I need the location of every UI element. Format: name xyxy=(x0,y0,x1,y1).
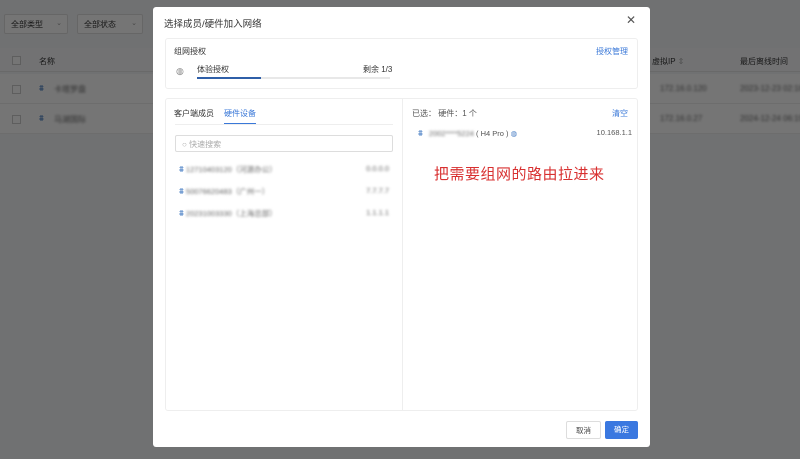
selected-device[interactable]: ⩩ 2002****5224 ( H4 Pro ) ◍ 10.168.1.1 xyxy=(418,128,632,142)
device-item[interactable]: ⩩ 50076620483（广州一） 7.7.7.7 xyxy=(179,186,391,200)
auth-section-title: 组网授权 xyxy=(174,47,206,56)
device-ip: 0.0.0.0 xyxy=(366,164,389,173)
chevron-down-icon: ⌄ xyxy=(56,20,62,27)
router-icon: ⩩ xyxy=(418,128,423,138)
tab-hardware-devices[interactable]: 硬件设备 xyxy=(224,108,256,119)
auth-progress-bar xyxy=(197,77,390,79)
search-input[interactable]: ○ 快速搜索 xyxy=(175,135,393,152)
row-checkbox[interactable] xyxy=(12,85,21,94)
router-icon: ⩩ xyxy=(39,83,44,93)
auth-remaining: 剩余 1/3 xyxy=(363,65,393,74)
select-all-checkbox[interactable] xyxy=(12,56,21,65)
col-name: 名称 xyxy=(39,57,55,66)
tab-divider xyxy=(175,124,393,125)
col-last-offline: 最后离线时间 xyxy=(740,57,788,66)
row-time: 2023-12-23 02:18 xyxy=(740,84,800,93)
device-name: 50076620483（广州一） xyxy=(185,187,270,196)
auth-progress-fill xyxy=(197,77,261,79)
auth-plan-name: 体验授权 xyxy=(197,65,229,74)
type-filter-label: 全部类型 xyxy=(11,20,43,29)
status-filter[interactable]: 全部状态 ⌄ xyxy=(77,14,143,34)
confirm-button[interactable]: 确定 xyxy=(605,421,638,439)
license-icon: ◍ xyxy=(510,129,518,138)
dialog-title: 选择成员/硬件加入网络 xyxy=(164,19,262,30)
row-ip: 172.16.0.120 xyxy=(660,84,707,93)
close-icon[interactable]: ✕ xyxy=(626,13,636,27)
tab-client-members[interactable]: 客户端成员 xyxy=(174,108,214,119)
router-icon: ⩩ xyxy=(179,186,184,196)
search-placeholder: 快速搜索 xyxy=(189,140,222,149)
selection-panel: 客户端成员 硬件设备 ○ 快速搜索 ⩩ 12710403120（河源办公） 0.0… xyxy=(165,98,638,411)
device-ip: 7.7.7.7 xyxy=(366,186,389,195)
network-auth-card: 组网授权 授权管理 ◍ 体验授权 剩余 1/3 xyxy=(165,38,638,89)
type-filter[interactable]: 全部类型 ⌄ xyxy=(4,14,68,34)
search-icon: ○ xyxy=(182,140,187,149)
router-icon: ⩩ xyxy=(179,164,184,174)
annotation-text: 把需要组网的路由拉进来 xyxy=(434,166,605,183)
row-checkbox[interactable] xyxy=(12,115,21,124)
device-item[interactable]: ⩩ 12710403120（河源办公） 0.0.0.0 xyxy=(179,164,391,178)
selected-summary: 已选： 硬件：1 个 xyxy=(412,109,477,118)
panel-divider xyxy=(402,99,403,410)
chevron-down-icon: ⌄ xyxy=(131,20,137,27)
device-ip: 1.1.1.1 xyxy=(366,208,389,217)
license-icon: ◍ xyxy=(176,66,184,76)
device-name: 12710403120（河源办公） xyxy=(185,165,277,174)
clear-button[interactable]: 清空 xyxy=(612,108,628,119)
col-virtual-ip[interactable]: 虚拟IP ⇕ xyxy=(652,56,684,67)
col-virtual-ip-label: 虚拟IP xyxy=(652,57,676,66)
device-name: 20231003330（上海总部） xyxy=(185,209,277,218)
cancel-button[interactable]: 取消 xyxy=(566,421,601,439)
device-item[interactable]: ⩩ 20231003330（上海总部） 1.1.1.1 xyxy=(179,208,391,222)
sort-icon: ⇕ xyxy=(677,57,685,66)
router-icon: ⩩ xyxy=(39,113,44,123)
selected-device-model: ( H4 Pro ) xyxy=(476,129,509,138)
row-time: 2024-12-24 06:19 xyxy=(740,114,800,123)
selected-device-ip: 10.168.1.1 xyxy=(596,128,632,137)
router-icon: ⩩ xyxy=(179,208,184,218)
add-to-network-dialog: 选择成员/硬件加入网络 ✕ 组网授权 授权管理 ◍ 体验授权 剩余 1/3 客户… xyxy=(153,7,650,447)
row-ip: 172.16.0.27 xyxy=(660,114,703,123)
selected-device-name: 2002****5224 xyxy=(428,129,474,138)
auth-manage-link[interactable]: 授权管理 xyxy=(596,46,628,57)
row-name: 卡塔罗盘 xyxy=(54,85,86,94)
status-filter-label: 全部状态 xyxy=(84,20,116,29)
row-name: 马湖国际 xyxy=(54,115,86,124)
